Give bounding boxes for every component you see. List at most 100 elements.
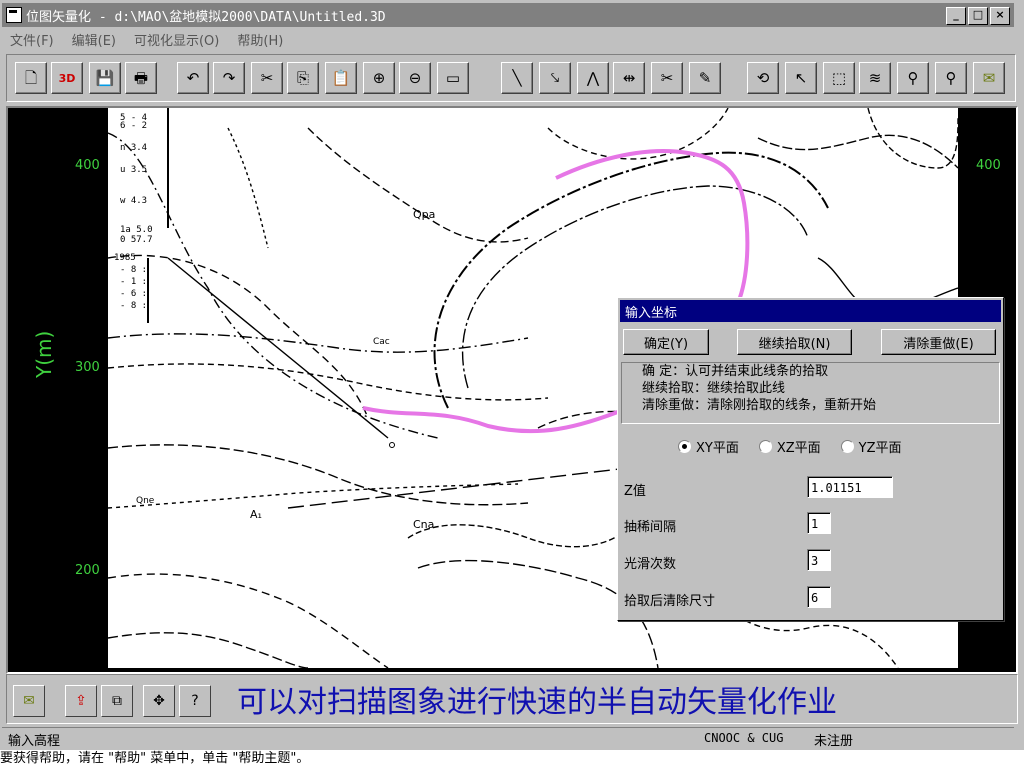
layers-icon: ≋ [868,68,882,87]
export-button[interactable]: ⇪ [65,685,97,717]
traced-vector-line-upper [555,149,750,304]
envelope-icon: ✉ [23,693,35,709]
open-3d-button[interactable]: 3D [51,62,83,94]
find-button[interactable]: ⚲ [897,62,929,94]
save-icon: 💾 [95,68,115,87]
pointer-button[interactable]: ↖ [785,62,817,94]
menu-bar: 文件(F) 编辑(E) 可视化显示(O) 帮助(H) [10,30,283,49]
menu-visualize[interactable]: 可视化显示(O) [134,30,219,49]
menu-file[interactable]: 文件(F) [10,30,54,49]
cut-button[interactable]: ✂ [251,62,283,94]
clear-size-input[interactable]: 6 [807,586,831,608]
scissors-icon: ✂ [660,68,674,87]
edit-button[interactable]: ✎ [689,62,721,94]
underlying-status-bar: 要获得帮助，请在 "帮助" 菜单中，单击 "帮助主题"。 [0,750,1024,768]
paste-button[interactable]: 📋 [325,62,357,94]
copy-button[interactable]: ⎘ [287,62,319,94]
z-value-label: Z值 [624,484,646,499]
right-tick-400: 400 [976,158,1001,173]
line-button[interactable]: ╲ [501,62,533,94]
connect-button[interactable]: ⇹ [613,62,645,94]
undo-icon: ↶ [186,68,200,87]
envelope-button[interactable]: ✉ [973,62,1005,94]
new-file-icon: 🗋 [24,68,38,87]
map-label-qpa: Qpa [413,208,435,221]
svg-text:- 1 :: - 1 : [120,277,147,287]
connect-icon: ⇹ [622,68,636,87]
help-button[interactable]: ? [179,685,211,717]
svg-text:w 4.3: w 4.3 [120,196,147,206]
main-toolbar: 🗋 3D 💾 🖶 ↶ ↷ ✂ ⎘ 📋 ⊕ ⊖ ▭ ╲ ⤥ ⋀ ⇹ ✂ ✎ ⟲ ↖ ⬚ ≋ ⚲ ⚲ ✉ [6,54,1016,102]
clear-redo-button[interactable]: 清除重做(E) [881,329,996,355]
envelope-button[interactable]: ✉ [13,685,45,717]
radio-xz-plane[interactable]: XZ平面 [758,437,821,456]
traced-vector-line-lower [362,406,629,434]
radio-xy-plane[interactable]: XY平面 [678,437,739,456]
map-label-cna: Cna [413,518,434,531]
save-button[interactable]: 💾 [89,62,121,94]
title-bar: 位图矢量化 - d:\MAO\盆地模拟2000\DATA\Untitled.3D… [2,3,1014,27]
svg-text:- 6 :: - 6 : [120,289,147,299]
svg-text:u 3.5: u 3.5 [120,165,147,175]
svg-text:6 - 2: 6 - 2 [120,121,147,131]
thin-interval-label: 抽稀间隔 [624,520,677,535]
smooth-count-input[interactable]: 3 [807,549,831,571]
thin-interval-input[interactable]: 1 [807,512,831,534]
svg-text:1a 5.0: 1a 5.0 [120,225,153,235]
auto-trace-icon: ⋀ [586,68,600,87]
minimize-button[interactable]: _ [946,7,966,25]
z-value-input[interactable]: 1.01151 [807,476,893,498]
continue-pick-button[interactable]: 继续拾取(N) [737,329,852,355]
zoom-in-button[interactable]: ⊕ [363,62,395,94]
status-registration: 未注册 [814,734,854,749]
open-3d-icon: 3D [58,71,76,85]
redo-button[interactable]: ↷ [213,62,245,94]
export-icon: ⇪ [75,693,87,709]
app-icon[interactable] [6,7,22,23]
y-tick-300: 300 [75,360,100,375]
menu-help[interactable]: 帮助(H) [237,30,283,49]
line-icon: ╲ [512,68,522,87]
pointer-icon: ↖ [794,68,808,87]
radio-dot-icon [678,440,691,453]
svg-text:- 8 :: - 8 : [120,265,147,275]
undo-button[interactable]: ↶ [177,62,209,94]
rectangle-button[interactable]: ▭ [437,62,469,94]
scissors-button[interactable]: ✂ [651,62,683,94]
window-title: 位图矢量化 - d:\MAO\盆地模拟2000\DATA\Untitled.3D [26,9,386,25]
radio-yz-plane[interactable]: YZ平面 [840,437,902,456]
input-coordinate-dialog: 输入坐标 确定(Y) 继续拾取(N) 清除重做(E) 确 定：认可并结束此线条的… [617,297,1004,621]
close-button[interactable]: × [990,7,1010,25]
print-button[interactable]: 🖶 [125,62,157,94]
y-axis-label: Y(m) [32,330,56,378]
auto-trace-button[interactable]: ⋀ [577,62,609,94]
radio-dot-icon [758,440,772,453]
select-button[interactable]: ⬚ [823,62,855,94]
find-next-button[interactable]: ⚲ [935,62,967,94]
svg-text:0 57.7: 0 57.7 [120,235,153,245]
move-button[interactable]: ✥ [143,685,175,717]
menu-edit[interactable]: 编辑(E) [72,30,116,49]
radio-label: XZ平面 [776,441,821,456]
trace-line-button[interactable]: ⤥ [539,62,571,94]
status-company: CNOOC & CUG [704,731,784,745]
bottom-toolbar: 可以对扫描图象进行快速的半自动矢量化作业 ✉ ⇪ ⧉ ✥? [6,674,1018,724]
new-file-button[interactable]: 🗋 [15,62,47,94]
zoom-out-button[interactable]: ⊖ [399,62,431,94]
y-tick-400: 400 [75,158,100,173]
find-icon: ⚲ [907,68,919,87]
rotate-button[interactable]: ⟲ [747,62,779,94]
confirm-button[interactable]: 确定(Y) [623,329,709,355]
clear-size-label: 拾取后清除尺寸 [624,594,716,609]
maximize-button[interactable]: □ [968,7,988,25]
rectangle-icon: ▭ [445,68,461,87]
underlying-status-text: 要获得帮助，请在 "帮助" 菜单中，单击 "帮助主题"。 [0,751,310,766]
y-axis-panel: 400 300 200 Y(m) [8,108,108,668]
move-icon: ✥ [153,693,165,709]
layer-stack-button[interactable]: ⧉ [101,685,133,717]
plane-radio-group: XY平面 XZ平面 YZ平面 [678,437,902,456]
layers-button[interactable]: ≋ [859,62,891,94]
map-label-cac: Cac [373,337,390,347]
radio-label: YZ平面 [858,441,902,456]
layer-stack-icon: ⧉ [112,693,122,709]
